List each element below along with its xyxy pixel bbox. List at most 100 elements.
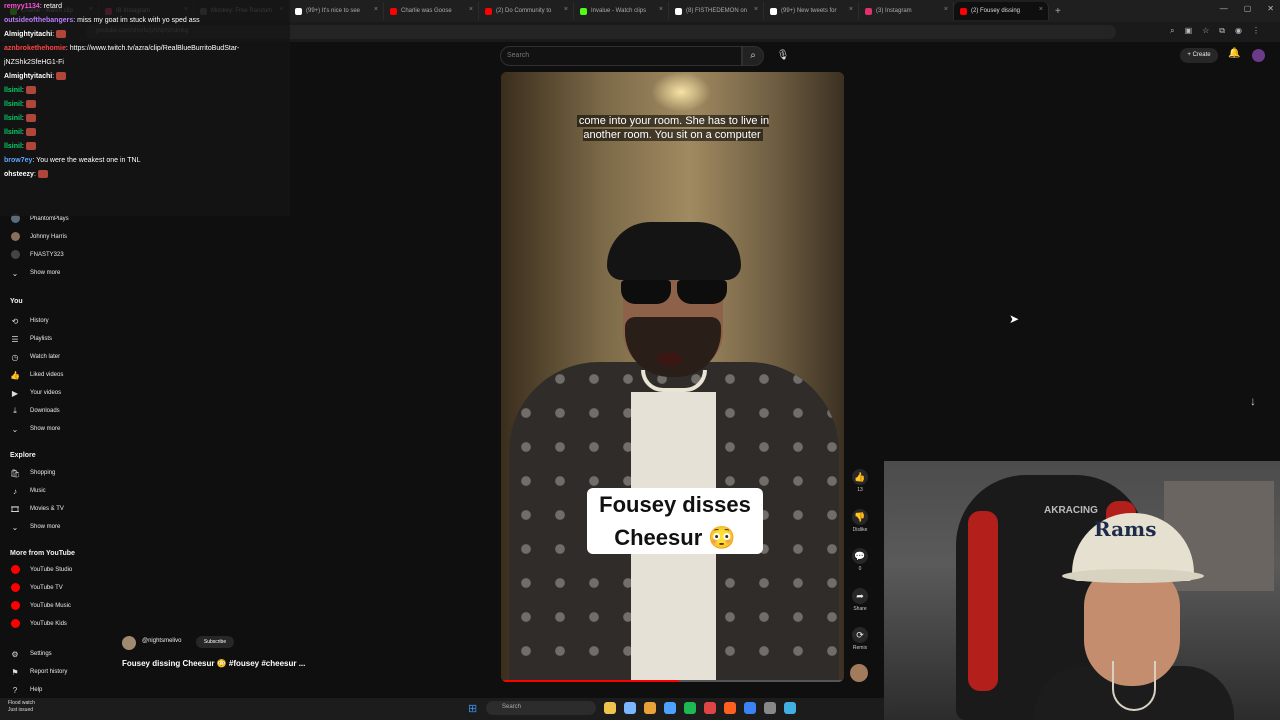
microphone-icon[interactable]: 🎙 <box>774 47 792 65</box>
taskbar-app-icon[interactable] <box>644 702 656 714</box>
dislike-button[interactable]: 👎 Dislike <box>851 509 869 533</box>
close-window-icon[interactable]: ✕ <box>1267 4 1274 13</box>
tab-close-icon[interactable]: × <box>659 6 663 13</box>
next-video-arrow-icon[interactable]: ↓ <box>1250 394 1256 408</box>
comments-button[interactable]: 💬 0 <box>851 548 869 572</box>
sidebar-item[interactable]: ▶ Your videos <box>10 386 61 400</box>
taskbar-app-icon[interactable] <box>744 702 756 714</box>
bookmark-star-icon[interactable]: ☆ <box>1202 26 1209 36</box>
profile-icon[interactable]: ◉ <box>1235 26 1242 36</box>
tab-close-icon[interactable]: × <box>564 6 568 13</box>
chat-username[interactable]: llsinil <box>4 143 22 150</box>
taskbar-app-icon[interactable] <box>784 702 796 714</box>
sidebar-item[interactable]: ♪ Music <box>10 484 46 498</box>
notifications-bell-icon[interactable]: 🔔 <box>1228 48 1240 62</box>
music-icon: ♪ <box>13 486 17 496</box>
maximize-icon[interactable]: ▢ <box>1244 4 1252 13</box>
taskbar-app-icon[interactable] <box>724 702 736 714</box>
sidebar-item[interactable]: ⚑ Report history <box>10 665 67 679</box>
search-icon[interactable]: ⌕ <box>742 46 764 66</box>
sidebar-item[interactable]: ? Help <box>10 683 43 697</box>
browser-tab[interactable]: (2) Fousey dissing × <box>954 2 1049 20</box>
remix-button[interactable]: ⟳ Remix <box>851 627 869 651</box>
chat-username[interactable]: aznbrokethehomie <box>4 45 66 52</box>
sidebar-section-heading[interactable]: More from YouTube <box>10 550 75 557</box>
taskbar-app-icon[interactable] <box>664 702 676 714</box>
share-button[interactable]: ➦ Share <box>851 588 869 612</box>
tab-close-icon[interactable]: × <box>849 6 853 13</box>
taskbar-app-icon[interactable] <box>764 702 776 714</box>
sidebar-item[interactable]: ☰ Playlists <box>10 332 52 346</box>
zoom-icon[interactable]: ⌕ <box>1170 26 1174 36</box>
weather-widget[interactable]: Flood watch Just issued <box>8 700 35 714</box>
tab-close-icon[interactable]: × <box>469 6 473 13</box>
browser-tab[interactable]: (8) FISTHEDEMON on × <box>669 2 764 20</box>
account-avatar[interactable] <box>1252 49 1265 62</box>
sidebar-section-heading[interactable]: You <box>10 298 23 305</box>
chat-username[interactable]: llsinil <box>4 101 22 108</box>
taskbar-app-icon[interactable] <box>684 702 696 714</box>
shorts-video-player[interactable]: come into your room. She has to live in … <box>501 72 844 682</box>
sidebar-item[interactable]: 🛍 Shopping <box>10 466 55 480</box>
chat-username[interactable]: brow7ey <box>4 157 32 164</box>
overlay-line-1: Fousey disses <box>599 492 751 517</box>
chat-message: brow7ey: You were the weakest one in TNL <box>4 154 286 168</box>
sidebar-item[interactable]: FNASTY323 <box>10 248 64 262</box>
sidebar-item[interactable]: ⚙ Settings <box>10 647 51 661</box>
tab-close-icon[interactable]: × <box>944 6 948 13</box>
sidebar-item[interactable]: Johnny Harris <box>10 230 67 244</box>
audio-source-avatar[interactable] <box>850 664 868 682</box>
screen-cast-icon[interactable]: ▣ <box>1185 26 1193 36</box>
browser-tab[interactable]: (99+) It's nice to see × <box>289 2 384 20</box>
chat-username[interactable]: llsinil <box>4 115 22 122</box>
tab-label: (2) Do Community to <box>496 8 552 14</box>
extensions-icon[interactable]: ⧉ <box>1219 26 1225 36</box>
chat-username[interactable]: Almightyitachi <box>4 73 52 80</box>
sidebar-item[interactable]: ⌄ Show more <box>10 422 61 436</box>
browser-tab[interactable]: Invalue - Watch clips × <box>574 2 669 20</box>
sidebar-item[interactable]: ⌄ Show more <box>10 266 61 280</box>
sidebar-item[interactable]: YouTube Kids <box>10 617 67 631</box>
movies-icon: 🎞 <box>10 504 21 514</box>
search-input[interactable]: Search <box>500 46 742 66</box>
subscribe-button[interactable]: Subscribe <box>196 636 234 648</box>
sidebar-item[interactable]: 🎞 Movies & TV <box>10 502 64 516</box>
chat-username[interactable]: remyy1134 <box>4 3 40 10</box>
browser-tab[interactable]: Charlie was Goose × <box>384 2 479 20</box>
minimize-icon[interactable]: — <box>1220 4 1228 13</box>
sidebar-item[interactable]: ◷ Watch later <box>10 350 61 364</box>
sidebar-item[interactable]: ⤓ Downloads <box>10 404 59 418</box>
menu-dots-icon[interactable]: ⋮ <box>1252 26 1260 36</box>
new-tab-icon[interactable]: + <box>1055 6 1061 17</box>
chat-username[interactable]: llsinil <box>4 87 22 94</box>
chat-username[interactable]: outsideofthebangers <box>4 17 73 24</box>
tab-close-icon[interactable]: × <box>374 6 378 13</box>
sidebar-item[interactable]: ⟲ History <box>10 314 49 328</box>
taskbar-app-icon[interactable] <box>604 702 616 714</box>
channel-name[interactable]: @nightsmelivo <box>142 638 181 644</box>
windows-start-icon[interactable]: ⊞ <box>468 702 480 715</box>
taskbar-app-icon[interactable] <box>704 702 716 714</box>
tab-close-icon[interactable]: × <box>754 6 758 13</box>
video-title[interactable]: Fousey dissing Cheesur 😳 #fousey #cheesu… <box>122 659 305 668</box>
sidebar-item[interactable]: YouTube TV <box>10 581 63 595</box>
chat-username[interactable]: ohsteezy <box>4 171 34 178</box>
sidebar-item[interactable]: YouTube Studio <box>10 563 72 577</box>
tab-close-icon[interactable]: × <box>1039 6 1043 13</box>
browser-tab[interactable]: (99+) New tweets for × <box>764 2 859 20</box>
chat-username[interactable]: Almightyitachi <box>4 31 52 38</box>
sidebar-item[interactable]: 👍 Liked videos <box>10 368 63 382</box>
like-button[interactable]: 👍 13 <box>851 469 869 493</box>
taskbar-search[interactable]: Search <box>486 701 596 715</box>
taskbar-app-icon[interactable] <box>624 702 636 714</box>
sidebar-item[interactable]: ⌄ Show more <box>10 520 61 534</box>
chat-emote-icon <box>37 170 48 179</box>
browser-tab[interactable]: (3) Instagram × <box>859 2 954 20</box>
create-button[interactable]: + Create <box>1180 48 1218 63</box>
sidebar-item[interactable]: YouTube Music <box>10 599 71 613</box>
channel-avatar[interactable] <box>122 636 136 650</box>
chat-username[interactable]: llsinil <box>4 129 22 136</box>
tab-label: (99+) New tweets for <box>781 8 837 14</box>
browser-tab[interactable]: (2) Do Community to × <box>479 2 574 20</box>
sidebar-section-heading[interactable]: Explore <box>10 452 36 459</box>
